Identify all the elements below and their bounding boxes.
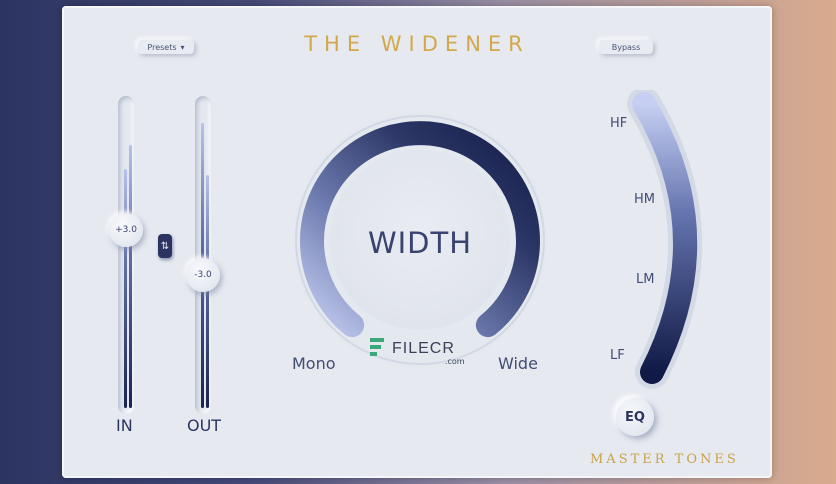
link-toggle[interactable]: ⇅ [158,234,172,258]
plugin-title: THE WIDENER [304,32,530,56]
bypass-button[interactable]: Bypass [599,40,653,54]
out-gain-value: -3.0 [194,270,212,280]
in-gain-knob[interactable]: +3.0 [109,213,143,247]
filecr-logo-icon [370,338,384,356]
mono-label: Mono [292,354,336,373]
out-label: OUT [187,416,222,435]
in-meter-left [124,169,127,408]
in-label: IN [116,416,133,435]
bypass-label: Bypass [611,42,641,52]
wide-label: Wide [498,354,538,373]
link-icon: ⇅ [160,240,170,252]
width-label: WIDTH [367,226,473,260]
eq-tone-slider[interactable] [622,90,722,390]
eq-button-label: EQ [625,409,645,425]
eq-button[interactable]: EQ [616,398,654,436]
plugin-panel: Presets ▾ THE WIDENER Bypass +3.0 IN ⇅ -… [62,6,772,478]
watermark-sub: .com [444,357,465,366]
watermark: FILECR .com [368,336,465,366]
in-gain-value: +3.0 [115,225,137,235]
out-gain-knob[interactable]: -3.0 [186,258,220,292]
watermark-text: FILECR [392,340,455,357]
brand-logo: MASTER TONES [590,452,739,467]
in-meter-right [129,145,132,408]
